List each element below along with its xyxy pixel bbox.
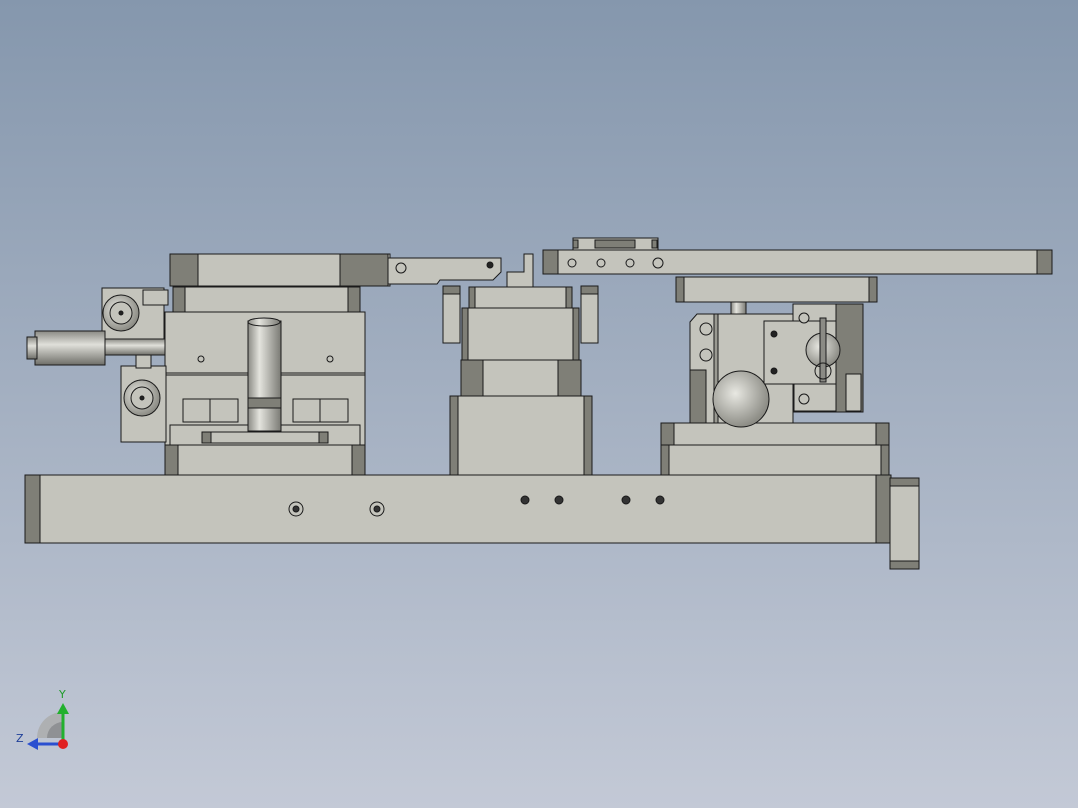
center-block-assembly — [442, 253, 599, 476]
left-clamp — [26, 287, 169, 443]
base-plate — [24, 474, 920, 570]
graphics-viewport[interactable]: Y Z — [0, 0, 1078, 808]
right-slide-assembly — [660, 276, 890, 476]
y-axis-label: Y — [59, 688, 66, 701]
view-orientation-triad-icon — [27, 703, 69, 750]
right-arm — [542, 237, 1053, 275]
z-axis-label: Z — [16, 732, 24, 745]
cad-model-front-view[interactable] — [0, 0, 1078, 808]
left-slide-assembly — [164, 286, 366, 476]
left-arm — [169, 253, 502, 287]
